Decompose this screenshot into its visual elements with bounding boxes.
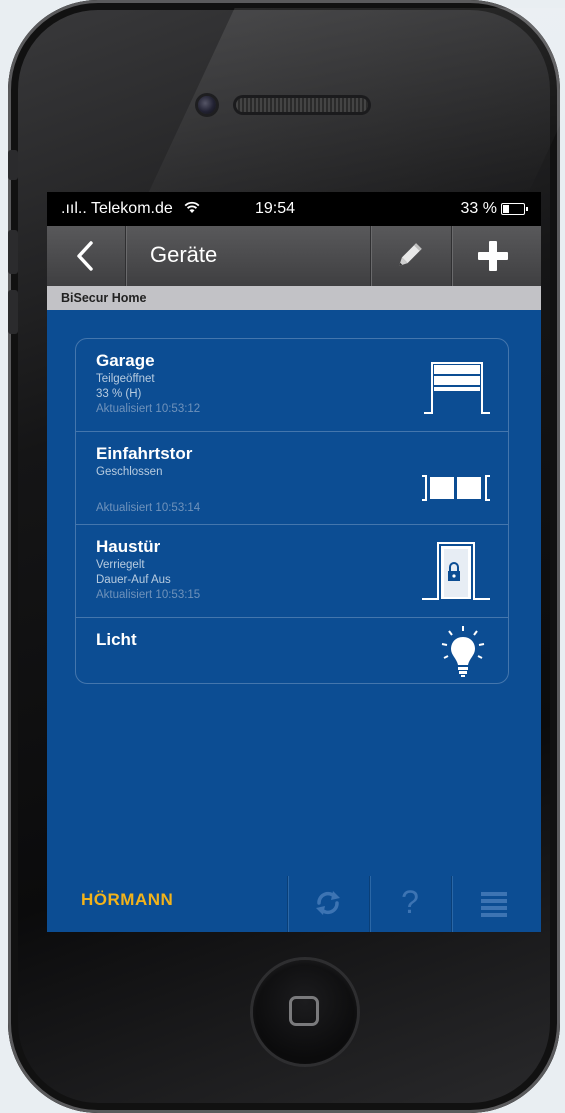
battery-icon xyxy=(501,202,528,215)
device-row-einfahrtstor[interactable]: Einfahrtstor Geschlossen Aktualisiert 10… xyxy=(76,432,508,525)
device-name: Garage xyxy=(96,351,155,370)
status-bar: .ııl.. Telekom.de 19:54 33 % xyxy=(47,192,541,226)
bottom-toolbar: HÖRMANN ? xyxy=(47,876,541,932)
menu-icon[interactable] xyxy=(477,886,511,920)
device-status: Geschlossen xyxy=(96,466,163,478)
mute-switch xyxy=(8,150,18,180)
device-name: Haustür xyxy=(96,537,161,556)
toolbar-separator xyxy=(287,876,288,932)
app-screen: .ııl.. Telekom.de 19:54 33 % Geräte BiSe… xyxy=(47,192,541,932)
battery-indicator: 33 % xyxy=(460,200,528,218)
device-list: Garage Teilgeöffnet 33 % (H) Aktualisier… xyxy=(75,338,509,684)
device-updated: Aktualisiert 10:53:12 xyxy=(96,403,201,415)
garage-door-icon xyxy=(424,362,490,414)
earpiece-speaker xyxy=(236,98,368,112)
device-position: 33 % (H) xyxy=(96,388,142,400)
help-button[interactable]: ? xyxy=(393,882,427,920)
chevron-left-icon[interactable] xyxy=(71,240,101,272)
device-status: Verriegelt xyxy=(96,559,145,571)
brand-logo: HÖRMANN xyxy=(81,890,174,909)
device-updated: Aktualisiert 10:53:15 xyxy=(96,589,201,601)
device-row-licht[interactable]: Licht xyxy=(76,618,508,684)
device-row-garage[interactable]: Garage Teilgeöffnet 33 % (H) Aktualisier… xyxy=(76,339,508,432)
light-bulb-icon xyxy=(441,626,485,677)
nav-separator xyxy=(370,226,371,286)
front-camera xyxy=(198,96,216,114)
volume-up-button xyxy=(8,230,18,274)
volume-down-button xyxy=(8,290,18,334)
page-title: Geräte xyxy=(150,242,218,267)
status-time: 19:54 xyxy=(255,200,296,217)
refresh-icon[interactable] xyxy=(311,886,345,920)
device-name: Einfahrtstor xyxy=(96,444,193,463)
navigation-bar: Geräte xyxy=(47,226,541,286)
toolbar-separator xyxy=(451,876,452,932)
device-status: Teilgeöffnet xyxy=(96,373,155,385)
device-name: Licht xyxy=(96,630,137,649)
locked-door-icon xyxy=(422,542,490,600)
home-button[interactable] xyxy=(253,960,357,1064)
pencil-icon[interactable] xyxy=(393,240,425,272)
nav-separator xyxy=(451,226,452,286)
status-carrier-group: .ııl.. Telekom.de xyxy=(61,200,201,218)
device-lock-mode: Dauer-Auf Aus xyxy=(96,574,171,586)
device-updated: Aktualisiert 10:53:14 xyxy=(96,502,201,514)
device-row-haustuer[interactable]: Haustür Verriegelt Dauer-Auf Aus Aktuali… xyxy=(76,525,508,618)
plus-icon[interactable] xyxy=(475,238,511,274)
nav-separator xyxy=(125,226,126,286)
home-square-icon xyxy=(289,996,319,1026)
carrier-label: .ııl.. Telekom.de xyxy=(61,200,173,217)
battery-label: 33 % xyxy=(460,200,497,217)
toolbar-separator xyxy=(369,876,370,932)
section-header: BiSecur Home xyxy=(47,286,541,310)
gate-icon xyxy=(422,475,490,501)
wifi-icon xyxy=(184,201,200,213)
